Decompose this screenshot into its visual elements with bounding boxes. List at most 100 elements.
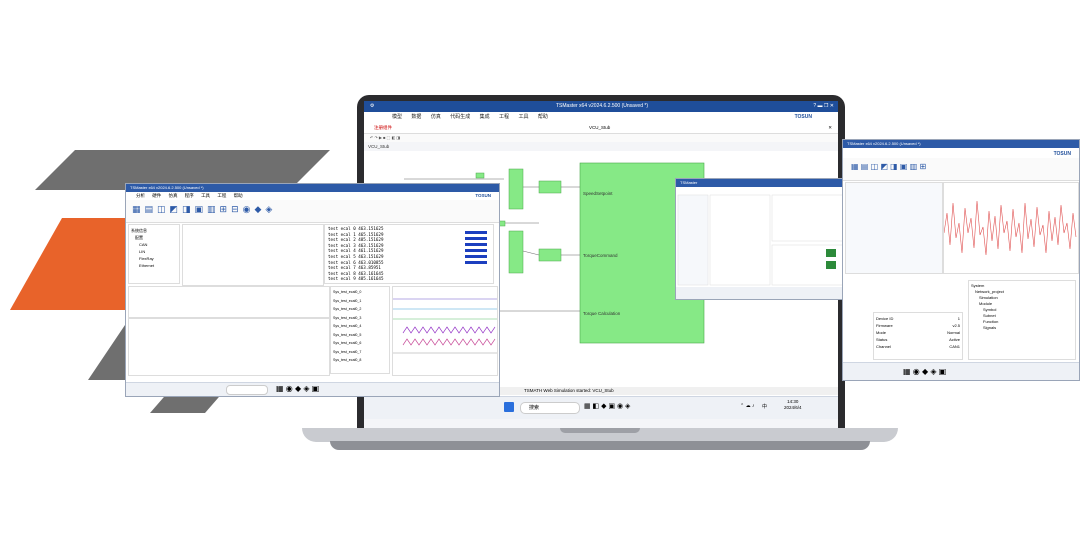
left-menu-tools[interactable]: 工具	[201, 193, 210, 198]
right-taskbar-icons[interactable]: ▦ ◉ ◆ ◈ ▣	[903, 367, 946, 376]
clock-time: 14:30	[787, 399, 799, 404]
trace-line: test ecal 9 485.161645	[328, 276, 384, 282]
trace-bar	[465, 243, 487, 246]
app-icon: ⚙	[370, 103, 375, 109]
right-ribbon-icons[interactable]: ▦ ▤ ◫ ◩ ◨ ▣ ▥ ⊞	[851, 162, 926, 171]
tree-item[interactable]: Signals	[971, 325, 1073, 331]
prop-row: Channel CAN1	[876, 344, 960, 349]
left-ribbon: ▦▤◫◩◨▣▥⊞⊟◉◆◈	[126, 200, 499, 223]
signal-item[interactable]: Sys_test_ecal0_8	[333, 356, 387, 365]
project-tree[interactable]: System Network_project Simulation Module…	[968, 280, 1076, 360]
left-window[interactable]: TSMaster x64 v2024.6.2.500 (Unsaved *) 分…	[125, 183, 500, 397]
signal-item[interactable]: Sys_test_ecal0_0	[333, 288, 387, 297]
left-menu-program[interactable]: 程序	[185, 193, 194, 198]
graphics-plot	[393, 298, 497, 354]
signal-item[interactable]: Sys_test_ecal0_6	[333, 339, 387, 348]
right-left-panel	[845, 182, 943, 274]
taskbar-clock: 14:30 2024/6/4	[784, 399, 802, 411]
prop-row: Firmware v2.5	[876, 323, 960, 328]
signal-item[interactable]: Sys_test_ecal0_2	[333, 305, 387, 314]
prop-row: Device ID 1	[876, 316, 960, 321]
right-window-title: TSMaster x64 v2024.6.2.500 (Unsaved *)	[843, 140, 1079, 148]
signal-item[interactable]: Sys_test_ecal0_7	[333, 348, 387, 357]
trace-bar	[465, 237, 487, 240]
tab-vcu-stub[interactable]: VCU_Stub	[589, 123, 610, 133]
tree-item[interactable]: 系统信息	[131, 227, 177, 234]
clock-date: 2024/6/4	[784, 405, 802, 410]
waveform-chart	[943, 200, 1077, 256]
status-text: TSMATH Web Simulation started: VCU_Stub	[524, 388, 614, 393]
menu-item-help[interactable]: 帮助	[538, 114, 548, 120]
message-table[interactable]	[128, 286, 330, 318]
brand-logo: TOSUN	[794, 114, 812, 120]
ime-indicator[interactable]: 中	[762, 403, 767, 410]
trace-bar	[465, 255, 487, 258]
right-brand-logo: TOSUN	[1053, 151, 1071, 157]
left-taskbar: ▦ ◉ ◆ ◈ ▣	[126, 382, 499, 396]
left-ribbon-icons[interactable]: ▦▤◫◩◨▣▥⊞⊟◉◆◈	[132, 204, 276, 215]
tree-item[interactable]: LIN	[131, 248, 177, 255]
tree-item[interactable]: FlexRay	[131, 255, 177, 262]
right-taskbar: ▦ ◉ ◆ ◈ ▣	[843, 362, 1079, 380]
menu-item-project[interactable]: 工程	[499, 114, 509, 120]
tree-item[interactable]: 配置	[131, 234, 177, 241]
windows-start-icon[interactable]	[504, 402, 514, 412]
breadcrumb: VCU_Stub	[368, 144, 390, 149]
signal-list[interactable]: Sys_test_ecal0_0 Sys_test_ecal0_1 Sys_te…	[330, 286, 390, 374]
laptop-notch	[560, 428, 640, 433]
trace-bar	[465, 261, 487, 264]
left-menu-hardware[interactable]: 硬件	[152, 193, 161, 198]
left-menu-analysis[interactable]: 分析	[136, 193, 145, 198]
menu-item-integration[interactable]: 集成	[480, 114, 490, 120]
left-table[interactable]	[182, 224, 324, 286]
tab-strip: 注册组件 VCU_Stub ✕	[364, 123, 838, 134]
menu-item-model[interactable]: 模型	[392, 114, 402, 120]
block-speed-setpoint: SpeedSetpoint	[583, 191, 613, 196]
window-controls[interactable]: ? ▬ ❐ ✕	[813, 101, 834, 112]
main-window-title: TSMaster x64 v2024.6.2.500 (Unsaved *)	[556, 103, 648, 109]
prop-row: Mode Normal	[876, 330, 960, 335]
left-taskbar-icons[interactable]: ▦ ◉ ◆ ◈ ▣	[276, 384, 319, 393]
signal-item[interactable]: Sys_test_ecal0_4	[333, 322, 387, 331]
screen-taskbar: 搜索 ▦ ◧ ◆ ▣ ◉ ◈ ⌃ ☁ ♪ 中 14:30 2024/6/4	[364, 396, 838, 419]
toolbar-icons[interactable]: ↶ ↷ ▶ ■ ⬚ ◧ ◨	[370, 135, 400, 140]
close-tab-icon[interactable]: ✕	[828, 123, 832, 133]
tray-icons[interactable]: ⌃ ☁ ♪	[740, 403, 754, 409]
taskbar-app-icons[interactable]: ▦ ◧ ◆ ▣ ◉ ◈	[584, 402, 630, 410]
trace-bar	[465, 231, 487, 234]
trace-bar	[465, 249, 487, 252]
property-grid: Device ID 1 Firmware v2.5 Mode Normal St…	[873, 312, 963, 360]
graphics-panel[interactable]	[392, 286, 498, 376]
prop-row: Status Active	[876, 337, 960, 342]
waveform-panel[interactable]	[943, 182, 1079, 274]
block-torque-calc: Torque Calculation	[583, 311, 621, 316]
block-torque-command: TorqueCommand	[583, 253, 618, 258]
left-menu-bar: 分析 硬件 仿真 程序 工具 工程 帮助 TOSUN	[126, 192, 499, 200]
left-taskbar-search[interactable]	[226, 385, 268, 395]
signal-item[interactable]: Sys_test_ecal0_1	[333, 297, 387, 306]
menu-item-data[interactable]: 数据	[411, 114, 421, 120]
tree-item[interactable]: CAN	[131, 241, 177, 248]
right-ribbon: ▦ ▤ ◫ ◩ ◨ ▣ ▥ ⊞	[843, 158, 1079, 181]
taskbar-search-box[interactable]: 搜索	[520, 402, 580, 414]
left-tree[interactable]: 系统信息 配置 CAN LIN FlexRay Ethernet	[128, 224, 180, 284]
left-window-title: TSMaster x64 v2024.6.2.500 (Unsaved *)	[126, 184, 499, 192]
left-menu-sim[interactable]: 仿真	[169, 193, 178, 198]
main-menu-bar: 模型 数据 仿真 代码生成 集成 工程 工具 帮助 TOSUN	[364, 112, 838, 123]
log-panel	[128, 318, 330, 376]
right-window[interactable]: TSMaster x64 v2024.6.2.500 (Unsaved *) T…	[842, 139, 1080, 381]
main-title-bar: ⚙ TSMaster x64 v2024.6.2.500 (Unsaved *)…	[364, 101, 838, 112]
laptop-base-shadow	[330, 441, 870, 450]
menu-item-sim[interactable]: 仿真	[431, 114, 441, 120]
left-menu-help[interactable]: 帮助	[234, 193, 243, 198]
left-brand-logo: TOSUN	[475, 193, 491, 198]
warning-label[interactable]: 注册组件	[374, 125, 392, 130]
tree-item[interactable]: Ethernet	[131, 262, 177, 269]
left-menu-project[interactable]: 工程	[217, 193, 226, 198]
menu-item-tools[interactable]: 工具	[518, 114, 528, 120]
signal-item[interactable]: Sys_test_ecal0_3	[333, 314, 387, 323]
menu-item-codegen[interactable]: 代码生成	[450, 114, 470, 120]
trace-panel[interactable]: test ecal 0 463.151625 test ecal 1 465.1…	[324, 224, 494, 284]
signal-item[interactable]: Sys_test_ecal0_5	[333, 331, 387, 340]
toolbar: ↶ ↷ ▶ ■ ⬚ ◧ ◨	[364, 134, 838, 142]
